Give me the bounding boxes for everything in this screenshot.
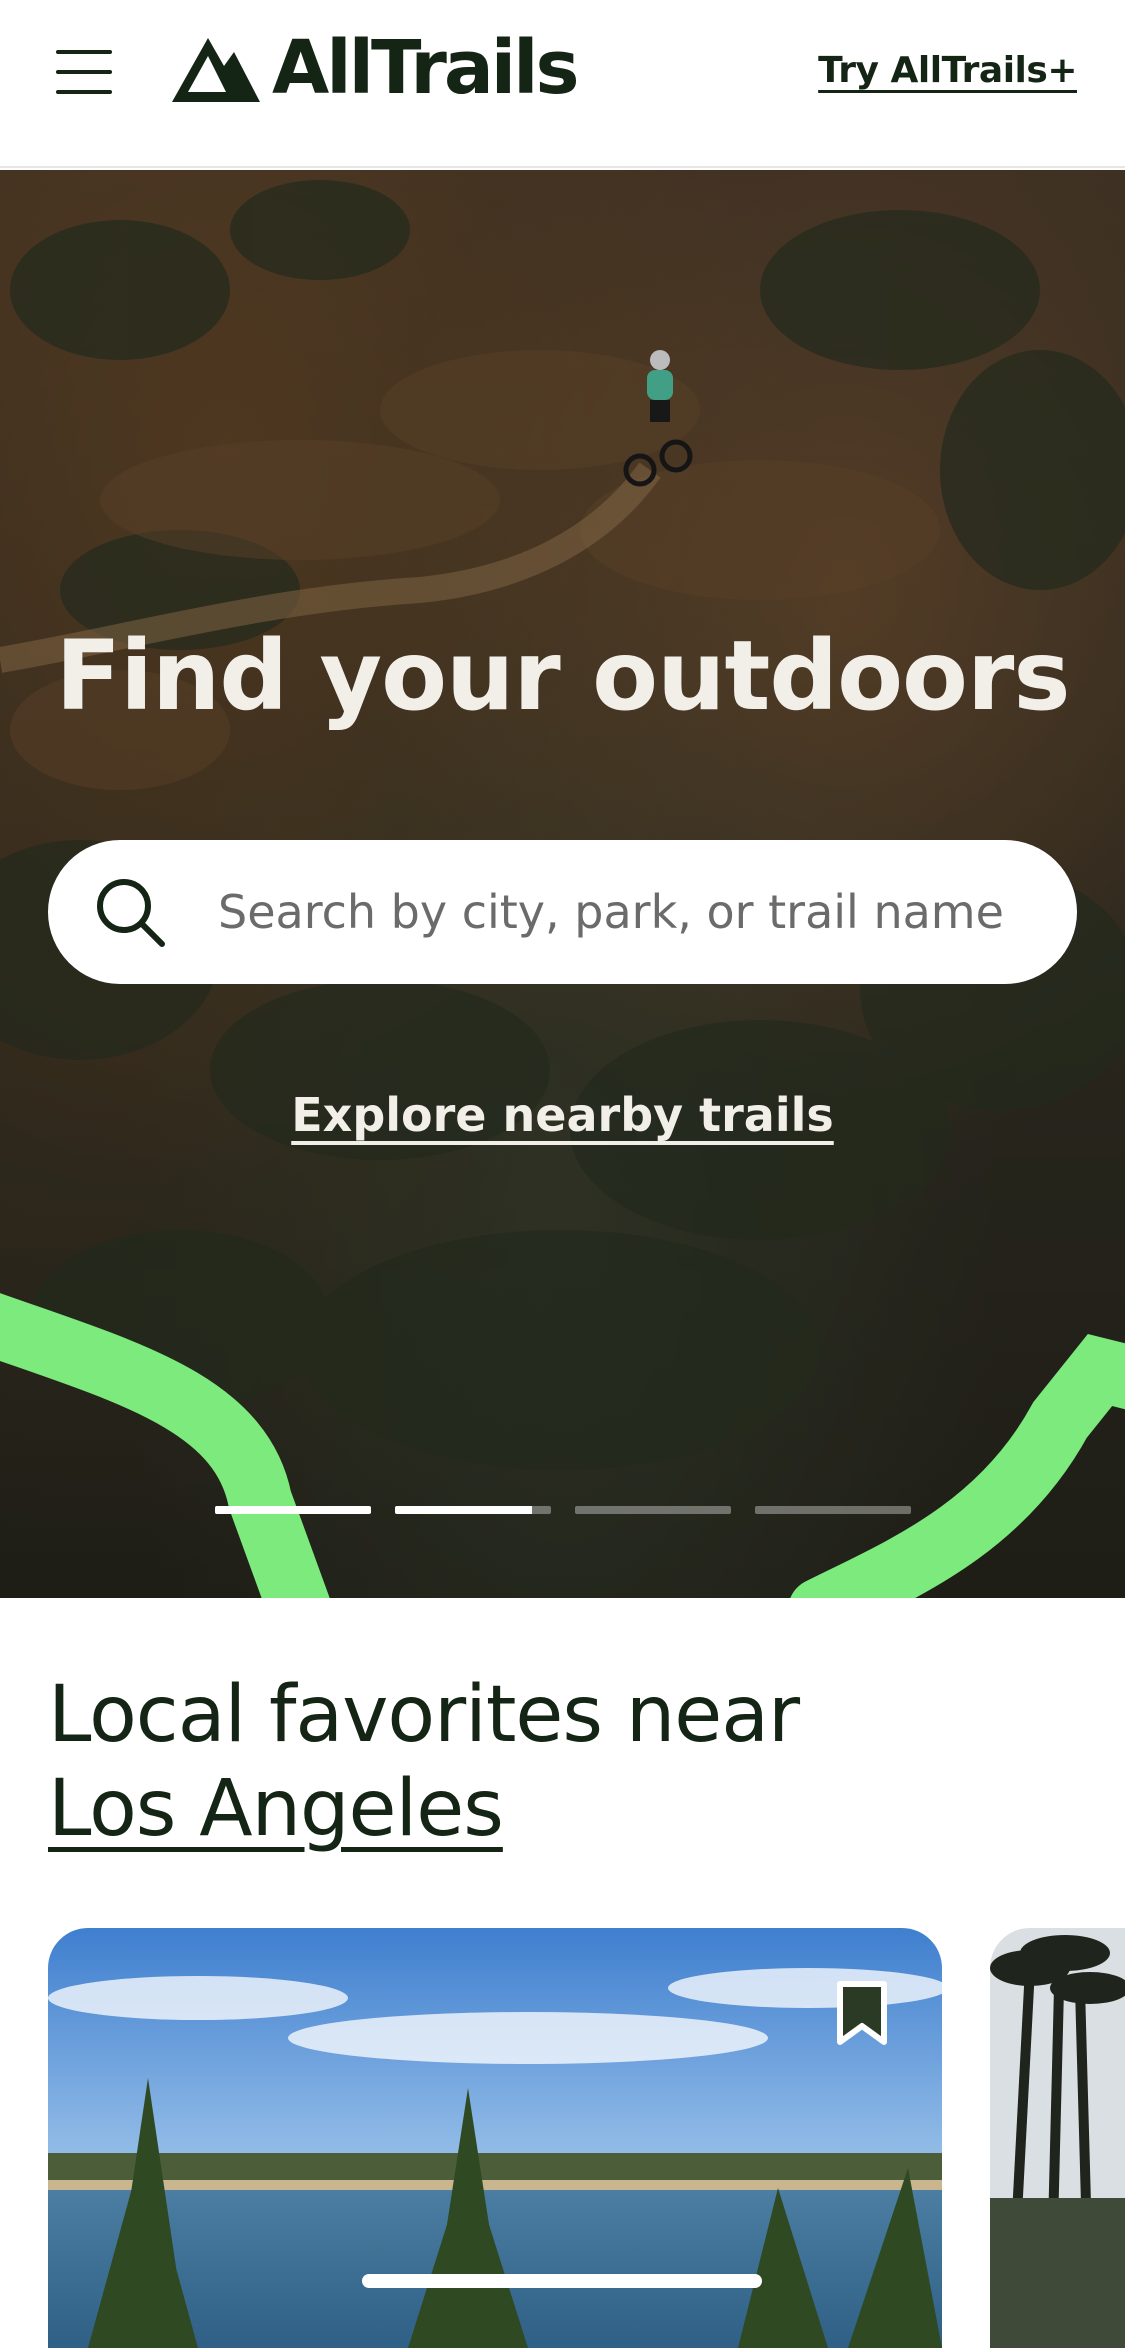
search-bar[interactable] — [48, 840, 1077, 984]
carousel-dot-progress — [215, 1506, 371, 1514]
bookmark-icon[interactable] — [834, 1980, 890, 2048]
explore-nearby-trails-link[interactable]: Explore nearby trails — [0, 1088, 1125, 1142]
heading-prefix: Local favorites near — [48, 1670, 800, 1760]
carousel-dot-3[interactable] — [575, 1506, 731, 1514]
trail-card-next[interactable] — [990, 1928, 1125, 2348]
top-header: AllTrails Try AllTrails+ — [0, 0, 1125, 168]
search-icon — [97, 879, 165, 947]
local-favorites-heading: Local favorites near Los Angeles — [48, 1668, 800, 1856]
carousel-dot-progress — [395, 1506, 533, 1514]
alltrails-logo[interactable]: AllTrails — [168, 25, 580, 111]
carousel-indicators — [215, 1506, 911, 1514]
search-input[interactable] — [216, 884, 1070, 940]
location-link[interactable]: Los Angeles — [48, 1764, 504, 1854]
carousel-dot-1[interactable] — [215, 1506, 371, 1514]
hamburger-menu-icon[interactable] — [56, 50, 112, 94]
trail-card-image-next — [990, 1928, 1125, 2348]
carousel-dot-4[interactable] — [755, 1506, 911, 1514]
carousel-dot-2[interactable] — [395, 1506, 551, 1514]
brand-name: AllTrails — [272, 25, 580, 111]
try-alltrails-plus-link[interactable]: Try AllTrails+ — [818, 50, 1077, 91]
home-indicator — [362, 2274, 762, 2288]
mountain-logo-icon — [172, 38, 260, 102]
hero-title: Find your outdoors — [55, 620, 1071, 732]
hero-banner: Find your outdoors Explore nearby trails — [0, 170, 1125, 1598]
